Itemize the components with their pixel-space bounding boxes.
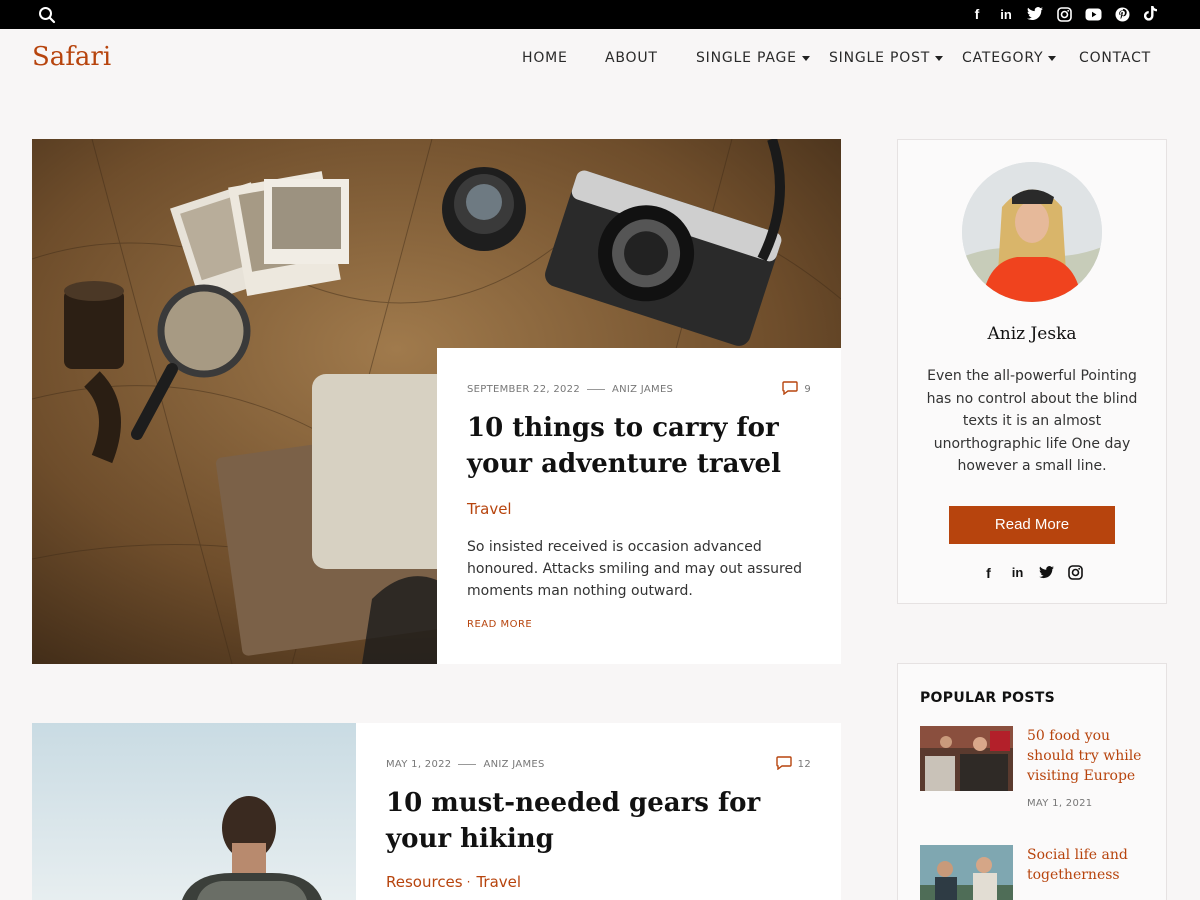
linkedin-icon[interactable]: in bbox=[1009, 564, 1026, 581]
comment-icon bbox=[775, 756, 792, 773]
nav-home[interactable]: HOME bbox=[522, 50, 605, 66]
nav-single-post[interactable]: SINGLE POST bbox=[829, 50, 962, 66]
nav-category[interactable]: CATEGORY bbox=[962, 50, 1079, 66]
popular-post-title[interactable]: Social life and togetherness bbox=[1027, 845, 1157, 885]
youtube-icon[interactable] bbox=[1084, 5, 1102, 23]
post-image[interactable] bbox=[32, 723, 356, 900]
popular-posts-widget: POPULAR POSTS 50 food you should try whi… bbox=[897, 663, 1167, 900]
widget-title: POPULAR POSTS bbox=[920, 690, 1055, 706]
instagram-icon[interactable] bbox=[1067, 564, 1084, 581]
post-card: MAY 1, 2022 ANIZ JAMES 12 10 must-needed… bbox=[356, 723, 841, 900]
post-author[interactable]: ANIZ JAMES bbox=[483, 759, 544, 770]
read-more-button[interactable]: Read More bbox=[949, 506, 1115, 544]
comment-icon bbox=[782, 381, 799, 398]
chevron-down-icon bbox=[801, 55, 810, 61]
facebook-icon[interactable]: f bbox=[968, 5, 986, 23]
pinterest-icon[interactable] bbox=[1113, 5, 1131, 23]
author-social-links: f in bbox=[898, 564, 1166, 581]
post-category[interactable]: Travel bbox=[467, 500, 512, 518]
chevron-down-icon bbox=[935, 55, 944, 61]
post-meta: MAY 1, 2022 ANIZ JAMES 12 bbox=[386, 756, 811, 773]
top-bar: f in bbox=[0, 0, 1200, 29]
tiktok-icon[interactable] bbox=[1142, 5, 1160, 23]
post-excerpt: So insisted received is occasion advance… bbox=[467, 539, 802, 599]
comment-count[interactable]: 9 bbox=[782, 381, 811, 398]
topbar-social-links: f in bbox=[968, 5, 1160, 23]
comment-count[interactable]: 12 bbox=[775, 756, 811, 773]
nav-contact[interactable]: CONTACT bbox=[1079, 50, 1151, 66]
main-nav: HOME ABOUT SINGLE PAGE SINGLE POST CATEG… bbox=[522, 50, 1151, 66]
post-categories: Resources · Travel bbox=[386, 873, 521, 891]
twitter-icon[interactable] bbox=[1038, 564, 1055, 581]
author-name: Aniz Jeska bbox=[987, 324, 1077, 344]
post-category[interactable]: Travel bbox=[476, 873, 521, 891]
post-date[interactable]: SEPTEMBER 22, 2022 bbox=[467, 384, 580, 395]
comment-count-value: 9 bbox=[804, 384, 811, 395]
popular-post-thumbnail[interactable] bbox=[920, 726, 1013, 791]
post-date[interactable]: MAY 1, 2022 bbox=[386, 759, 451, 770]
popular-post-thumbnail[interactable] bbox=[920, 845, 1013, 900]
popular-post-item: 50 food you should try while visiting Eu… bbox=[920, 726, 1150, 816]
instagram-icon[interactable] bbox=[1055, 5, 1073, 23]
about-widget: Aniz Jeska Even the all-powerful Pointin… bbox=[897, 139, 1167, 604]
popular-post-title[interactable]: 50 food you should try while visiting Eu… bbox=[1027, 726, 1157, 786]
twitter-icon[interactable] bbox=[1026, 5, 1044, 23]
post-category[interactable]: Resources bbox=[386, 873, 463, 891]
search-icon[interactable] bbox=[38, 6, 56, 24]
meta-divider bbox=[587, 389, 605, 390]
facebook-icon[interactable]: f bbox=[980, 564, 997, 581]
site-logo[interactable]: Safari bbox=[32, 42, 111, 72]
nav-single-page[interactable]: SINGLE PAGE bbox=[696, 50, 829, 66]
featured-post-card: SEPTEMBER 22, 2022 ANIZ JAMES 9 10 thing… bbox=[437, 348, 841, 664]
avatar bbox=[962, 162, 1102, 302]
post-title[interactable]: 10 things to carry for your adventure tr… bbox=[467, 410, 811, 482]
read-more-link[interactable]: READ MORE bbox=[467, 619, 532, 630]
post-meta: SEPTEMBER 22, 2022 ANIZ JAMES 9 bbox=[467, 381, 811, 398]
author-bio: Even the all-powerful Pointing has no co… bbox=[926, 368, 1138, 474]
popular-post-item: Social life and togetherness bbox=[920, 845, 1150, 900]
meta-divider bbox=[458, 764, 477, 765]
category-separator: · bbox=[466, 875, 471, 889]
nav-about[interactable]: ABOUT bbox=[605, 50, 696, 66]
post-title[interactable]: 10 must-needed gears for your hiking bbox=[386, 785, 811, 857]
comment-count-value: 12 bbox=[797, 759, 811, 770]
post-author[interactable]: ANIZ JAMES bbox=[612, 384, 673, 395]
popular-post-date: MAY 1, 2021 bbox=[1027, 798, 1093, 809]
linkedin-icon[interactable]: in bbox=[997, 5, 1015, 23]
chevron-down-icon bbox=[1048, 55, 1057, 61]
